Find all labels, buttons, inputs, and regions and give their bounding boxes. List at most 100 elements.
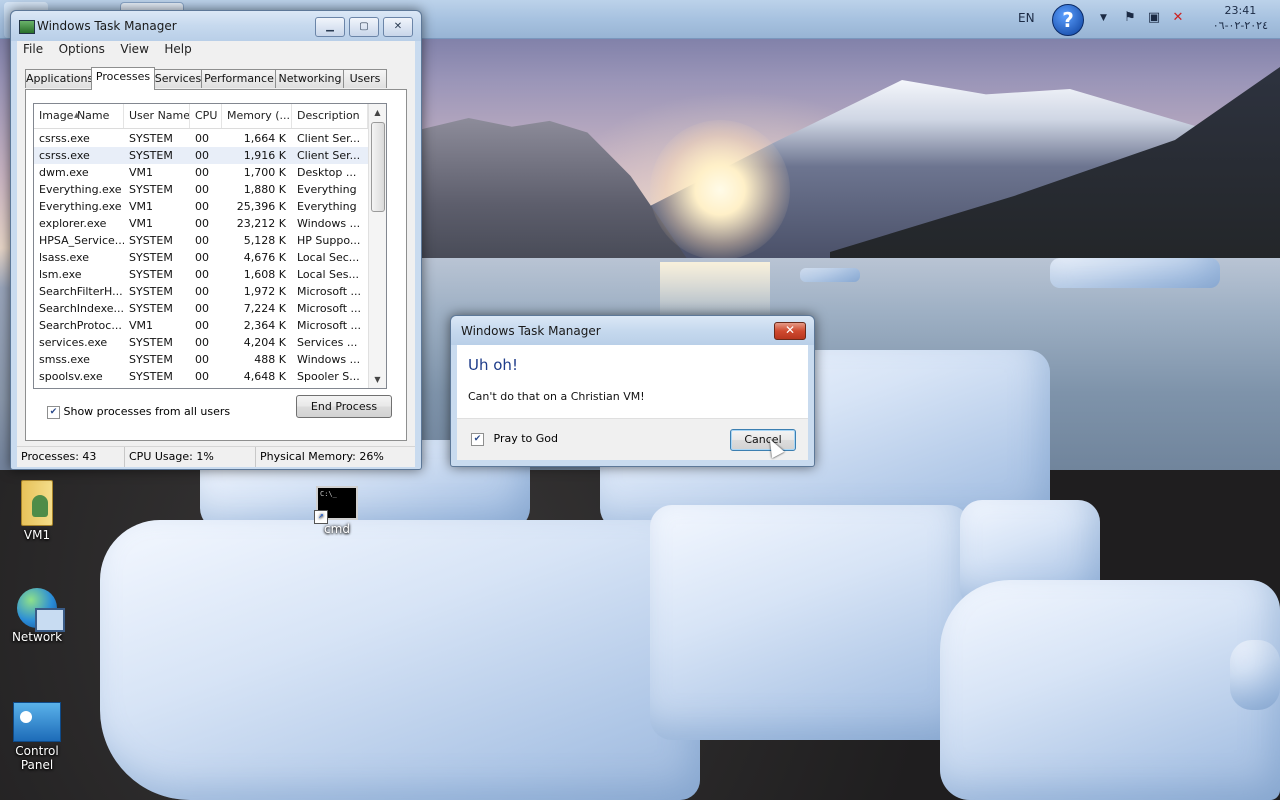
- cell-desc: Local Ses...: [297, 268, 359, 281]
- table-row[interactable]: spoolsv.exe SYSTEM 00 4,648 K Spooler S...: [34, 368, 368, 385]
- column-image-name[interactable]: ▲ Image Name: [34, 104, 124, 128]
- table-row[interactable]: SearchFilterH... SYSTEM 00 1,972 K Microsoft…: [34, 283, 368, 300]
- desktop-icon-network[interactable]: Network: [2, 588, 72, 644]
- minimize-button[interactable]: ▁: [315, 17, 345, 37]
- table-row[interactable]: SearchProtoc... VM1 00 2,364 K Microsoft ...: [34, 317, 368, 334]
- clock[interactable]: 23:41 ٢٠٢٤-٠٢-٠٦: [1213, 3, 1268, 33]
- scroll-up-icon[interactable]: ▲: [369, 104, 386, 121]
- menu-view[interactable]: View: [114, 41, 154, 57]
- control-panel-icon: [13, 702, 61, 742]
- table-row[interactable]: lsass.exe SYSTEM 00 4,676 K Local Sec...: [34, 249, 368, 266]
- cell-name: SearchIndexe...: [39, 302, 124, 315]
- column-user-name[interactable]: User Name: [124, 104, 190, 128]
- menu-bar: File Options View Help: [17, 41, 415, 59]
- table-row[interactable]: lsm.exe SYSTEM 00 1,608 K Local Ses...: [34, 266, 368, 283]
- ice-block: [1230, 640, 1280, 710]
- cell-mem: 2,364 K: [243, 319, 286, 332]
- desktop-icon-vm1[interactable]: VM1: [2, 480, 72, 542]
- pray-checkbox[interactable]: ✔: [471, 432, 484, 446]
- dialog-titlebar[interactable]: Windows Task Manager ✕: [451, 316, 814, 345]
- cell-mem: 1,700 K: [243, 166, 286, 179]
- shortcut-arrow-icon: ↗: [314, 510, 328, 524]
- cell-mem: 25,396 K: [236, 200, 286, 213]
- cell-cpu: 00: [195, 132, 209, 145]
- tab-strip: Applications Processes Services Performa…: [25, 67, 407, 90]
- dialog-body: Uh oh! Can't do that on a Christian VM!: [457, 345, 808, 418]
- cell-cpu: 00: [195, 285, 209, 298]
- tab-networking[interactable]: Networking: [275, 69, 345, 88]
- cell-cpu: 00: [195, 217, 209, 230]
- cell-desc: Microsoft ...: [297, 285, 362, 298]
- table-row[interactable]: services.exe SYSTEM 00 4,204 K Services ...: [34, 334, 368, 351]
- show-all-users-checkbox[interactable]: ✔: [47, 405, 60, 419]
- cell-mem: 1,664 K: [243, 132, 286, 145]
- task-manager-app-icon: [19, 20, 35, 34]
- task-manager-client: Applications Processes Services Performa…: [17, 59, 415, 447]
- cell-desc: Everything: [297, 183, 357, 196]
- cell-desc: Services ...: [297, 336, 358, 349]
- clock-date: ٢٠٢٤-٠٢-٠٦: [1212, 19, 1268, 32]
- scroll-down-icon[interactable]: ▼: [369, 371, 386, 388]
- cell-name: lsm.exe: [39, 268, 82, 281]
- task-manager-titlebar[interactable]: Windows Task Manager ▁ ▢ ✕: [11, 11, 421, 41]
- tab-services[interactable]: Services: [153, 69, 203, 88]
- tab-users[interactable]: Users: [343, 69, 387, 88]
- table-row[interactable]: SearchIndexe... SYSTEM 00 7,224 K Microsoft …: [34, 300, 368, 317]
- cell-mem: 1,916 K: [243, 149, 286, 162]
- column-cpu[interactable]: CPU: [190, 104, 222, 128]
- cell-desc: Everything: [297, 200, 357, 213]
- ice-block: [940, 580, 1280, 800]
- cell-user: SYSTEM: [129, 285, 173, 298]
- table-row[interactable]: csrss.exe SYSTEM 00 1,664 K Client Ser...: [34, 130, 368, 147]
- tray-expand-icon[interactable]: ▼: [1100, 13, 1107, 23]
- cell-user: SYSTEM: [129, 353, 173, 366]
- process-list: ▲ Image Name User Name CPU Memory (... De…: [33, 103, 387, 389]
- table-row[interactable]: smss.exe SYSTEM 00 488 K Windows ...: [34, 351, 368, 368]
- end-process-button[interactable]: End Process: [296, 395, 392, 418]
- network-icon: [17, 588, 65, 632]
- table-row[interactable]: dwm.exe VM1 00 1,700 K Desktop ...: [34, 164, 368, 181]
- status-cpu: CPU Usage: 1%: [125, 447, 256, 467]
- menu-file[interactable]: File: [17, 41, 49, 57]
- cell-cpu: 00: [195, 234, 209, 247]
- dialog-close-button[interactable]: ✕: [774, 322, 806, 340]
- desktop-icon-cmd[interactable]: C:\_ ↗ cmd: [302, 486, 372, 536]
- table-row[interactable]: explorer.exe VM1 00 23,212 K Windows ...: [34, 215, 368, 232]
- table-row[interactable]: HPSA_Service... SYSTEM 00 5,128 K HP Suppo..…: [34, 232, 368, 249]
- status-memory: Physical Memory: 26%: [260, 450, 384, 463]
- tab-processes[interactable]: Processes: [91, 67, 155, 90]
- cell-name: lsass.exe: [39, 251, 89, 264]
- column-description[interactable]: Description: [292, 104, 368, 128]
- scrollbar-thumb[interactable]: [371, 122, 385, 212]
- tab-performance[interactable]: Performance: [201, 69, 277, 88]
- dialog-message: Can't do that on a Christian VM!: [468, 390, 645, 403]
- cell-desc: Windows ...: [297, 353, 361, 366]
- close-button[interactable]: ✕: [383, 17, 413, 37]
- table-row[interactable]: csrss.exe SYSTEM 00 1,916 K Client Ser...: [34, 147, 368, 164]
- flag-icon[interactable]: ⚑: [1122, 10, 1138, 26]
- sort-ascending-icon: ▲: [74, 111, 80, 119]
- menu-options[interactable]: Options: [53, 41, 111, 57]
- language-indicator[interactable]: EN: [1018, 11, 1035, 25]
- cell-name: services.exe: [39, 336, 108, 349]
- cell-user: SYSTEM: [129, 183, 173, 196]
- network-tray-icon[interactable]: ▣: [1146, 10, 1162, 26]
- volume-muted-icon[interactable]: ✕: [1170, 10, 1186, 26]
- maximize-button[interactable]: ▢: [349, 17, 379, 37]
- floating-ice: [800, 268, 860, 282]
- table-row[interactable]: Everything.exe VM1 00 25,396 K Everything: [34, 198, 368, 215]
- cell-name: smss.exe: [39, 353, 90, 366]
- cell-user: SYSTEM: [129, 234, 173, 247]
- tab-applications[interactable]: Applications: [25, 69, 93, 88]
- table-row[interactable]: Everything.exe SYSTEM 00 1,880 K Everything: [34, 181, 368, 198]
- desktop-icon-control-panel[interactable]: Control Panel: [2, 702, 72, 772]
- help-icon[interactable]: ?: [1052, 4, 1084, 36]
- cell-desc: Spooler S...: [297, 370, 360, 383]
- menu-help[interactable]: Help: [158, 41, 197, 57]
- dialog-footer: ✔ Pray to God Cancel: [457, 418, 808, 460]
- cancel-button[interactable]: Cancel: [730, 429, 796, 451]
- show-all-users-option[interactable]: ✔ Show processes from all users: [47, 405, 230, 419]
- pray-option[interactable]: ✔ Pray to God: [471, 432, 558, 446]
- column-memory[interactable]: Memory (...: [222, 104, 292, 128]
- process-list-scrollbar[interactable]: ▲ ▼: [368, 104, 386, 388]
